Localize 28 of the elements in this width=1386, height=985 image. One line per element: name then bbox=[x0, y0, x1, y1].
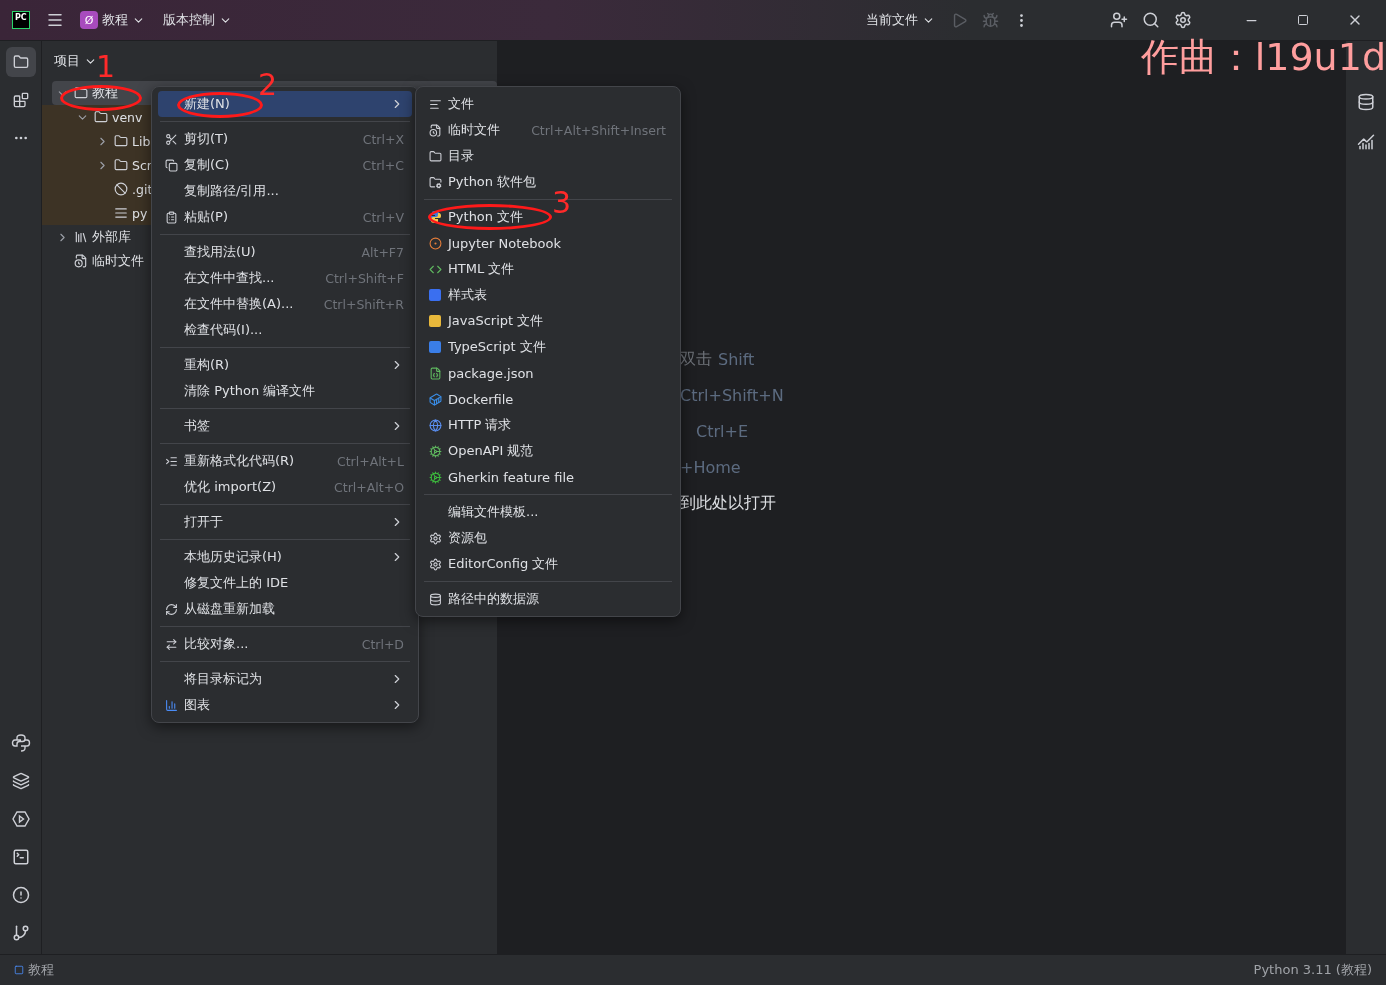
shortcut-text: Shift bbox=[718, 349, 755, 369]
shortcut-text: Ctrl+Shift+F bbox=[325, 270, 404, 286]
shortcut-text: Ctrl+C bbox=[362, 157, 404, 173]
shortcut-text: Ctrl+Shift+R bbox=[323, 296, 404, 312]
shortcut-text: Ctrl+Alt+L bbox=[336, 453, 404, 469]
overlay-lyric-text: 作曲：l19u1d bbox=[1140, 34, 1386, 81]
shortcut-text: Ctrl+D bbox=[361, 636, 404, 652]
shortcut-text: Alt+F7 bbox=[361, 244, 404, 260]
tree-item-label: 外部库 bbox=[92, 228, 131, 246]
tree-item-label: .git bbox=[132, 181, 153, 197]
annotation-number: 1 bbox=[96, 52, 116, 82]
app-logo: PC bbox=[12, 11, 30, 29]
shortcut-text: +Home bbox=[680, 457, 741, 477]
tree-item-label: venv bbox=[112, 109, 143, 125]
hint-text: 到此处以打开 bbox=[680, 492, 776, 514]
tree-item-label: 临时文件 bbox=[92, 252, 144, 270]
shortcut-text: Ctrl+E bbox=[696, 421, 748, 441]
shortcut-text: Ctrl+Alt+O bbox=[334, 479, 404, 495]
tree-item-label: Scr bbox=[132, 157, 152, 173]
annotation-number: 3 bbox=[552, 188, 572, 218]
shortcut-text: Ctrl+X bbox=[362, 131, 404, 147]
tree-item-label: py bbox=[132, 205, 148, 221]
project-badge: Ø bbox=[80, 11, 98, 29]
shortcut-text: Ctrl+V bbox=[362, 209, 404, 225]
tree-item-label: Lib bbox=[132, 133, 151, 149]
hint-text: 双击 bbox=[680, 348, 712, 370]
shortcut-text: Ctrl+Shift+N bbox=[680, 385, 784, 405]
shortcut-text: Ctrl+Alt+Shift+Insert bbox=[531, 122, 666, 138]
